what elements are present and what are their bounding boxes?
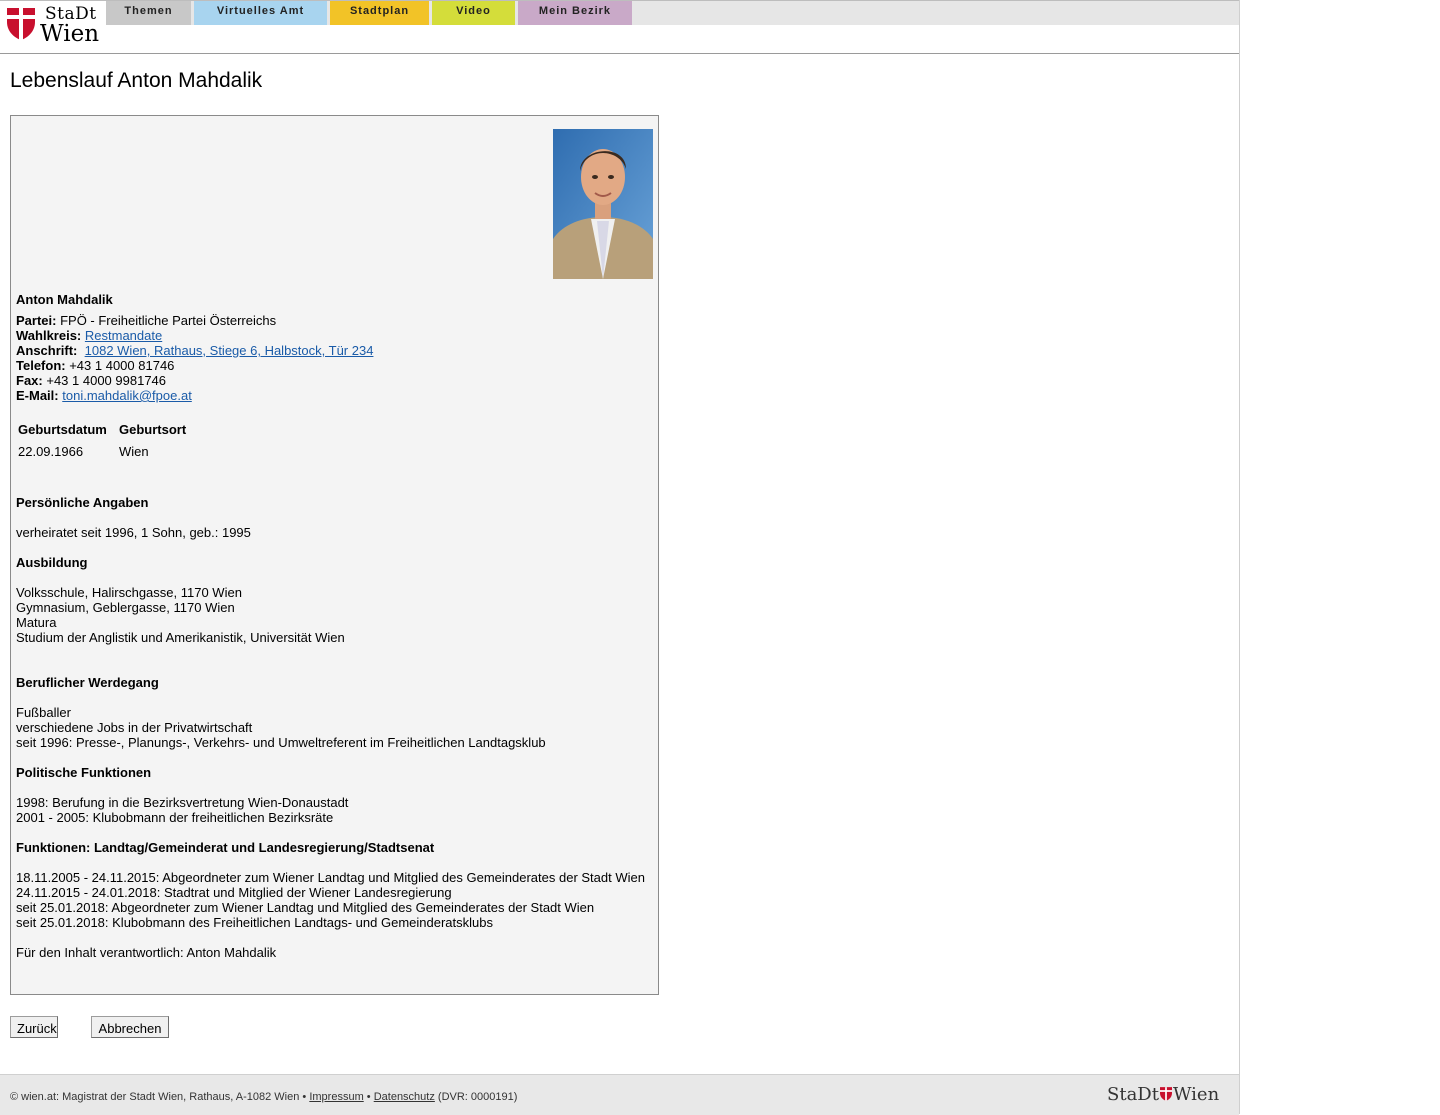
logo-wien-text: Wien bbox=[40, 21, 100, 47]
back-button[interactable]: Zurück bbox=[10, 1016, 58, 1038]
ausbildung-line: Studium der Anglistik und Amerikanistik,… bbox=[16, 630, 345, 645]
telefon-label: Telefon: bbox=[16, 358, 66, 373]
cancel-button[interactable]: Abbrechen bbox=[91, 1016, 169, 1038]
section-title-funktionen: Funktionen: Landtag/Gemeinderat und Land… bbox=[16, 840, 435, 855]
section-title-politik: Politische Funktionen bbox=[16, 765, 152, 780]
partei-value: FPÖ - Freiheitliche Partei Österreichs bbox=[60, 313, 277, 328]
verantwortlich-note: Für den Inhalt verantwortlich: Anton Mah… bbox=[16, 945, 277, 960]
portrait-image bbox=[553, 129, 653, 279]
table-header-geburtsort: Geburtsort bbox=[119, 422, 187, 437]
email-label: E-Mail: bbox=[16, 388, 59, 403]
table-header-geburtsdatum: Geburtsdatum bbox=[18, 422, 107, 437]
section-title-beruf: Beruflicher Werdegang bbox=[16, 675, 159, 690]
footer-shield-icon bbox=[1159, 1087, 1172, 1101]
fax-row: Fax: +43 1 4000 9981746 bbox=[16, 373, 166, 388]
stadt-wien-logo[interactable]: StaDt Wien bbox=[7, 4, 103, 47]
funktionen-line: seit 25.01.2018: Klubobmann des Freiheit… bbox=[16, 915, 493, 930]
nav-tab-mein-bezirk[interactable]: Mein Bezirk bbox=[518, 1, 632, 25]
header: StaDt Wien Themen Virtuelles Amt Stadtpl… bbox=[0, 0, 1239, 54]
partei-label: Partei: bbox=[16, 313, 57, 328]
wahlkreis-label: Wahlkreis: bbox=[16, 328, 82, 343]
table-cell-geburtsdatum: 22.09.1966 bbox=[18, 444, 84, 459]
funktionen-line: 18.11.2005 - 24.11.2015: Abgeordneter zu… bbox=[16, 870, 645, 885]
email-link[interactable]: toni.mahdalik@fpoe.at bbox=[62, 388, 192, 403]
wahlkreis-link[interactable]: Restmandate bbox=[85, 328, 162, 343]
impressum-link[interactable]: Impressum bbox=[309, 1091, 363, 1103]
page-title: Lebenslauf Anton Mahdalik bbox=[10, 69, 263, 92]
wahlkreis-row: Wahlkreis: Restmandate bbox=[16, 328, 162, 343]
nav-tab-themen[interactable]: Themen bbox=[106, 1, 191, 25]
anschrift-row: Anschrift: 1082 Wien, Rathaus, Stiege 6,… bbox=[16, 343, 373, 358]
fax-value: +43 1 4000 9981746 bbox=[46, 373, 167, 388]
ausbildung-line: Volksschule, Halirschgasse, 1170 Wien bbox=[16, 585, 242, 600]
footer-logo-wien: Wien bbox=[1172, 1084, 1220, 1105]
anschrift-link[interactable]: 1082 Wien, Rathaus, Stiege 6, Halbstock,… bbox=[85, 343, 374, 358]
beruf-line: Fußballer bbox=[16, 705, 71, 720]
cv-box: Anton Mahdalik Partei: FPÖ - Freiheitlic… bbox=[10, 115, 659, 995]
beruf-line: seit 1996: Presse-, Planungs-, Verkehrs-… bbox=[16, 735, 546, 750]
funktionen-line: 24.11.2015 - 24.01.2018: Stadtrat und Mi… bbox=[16, 885, 452, 900]
table-cell-geburtsort: Wien bbox=[119, 444, 149, 459]
partei-row: Partei: FPÖ - Freiheitliche Partei Öster… bbox=[16, 313, 276, 328]
footer: © wien.at: Magistrat der Stadt Wien, Rat… bbox=[0, 1074, 1239, 1115]
politik-line: 1998: Berufung in die Bezirksvertretung … bbox=[16, 795, 349, 810]
section-title-ausbildung: Ausbildung bbox=[16, 555, 88, 570]
nav-tab-stadtplan[interactable]: Stadtplan bbox=[330, 1, 429, 25]
anschrift-label: Anschrift: bbox=[16, 343, 78, 358]
persoenlich-line: verheiratet seit 1996, 1 Sohn, geb.: 199… bbox=[16, 525, 251, 540]
ausbildung-line: Gymnasium, Geblergasse, 1170 Wien bbox=[16, 600, 235, 615]
datenschutz-link[interactable]: Datenschutz bbox=[374, 1091, 435, 1103]
wien-shield-icon bbox=[7, 8, 35, 40]
footer-separator: • bbox=[363, 1091, 374, 1103]
footer-logo[interactable]: StaDt Wien bbox=[1107, 1084, 1219, 1105]
page-frame: StaDt Wien Themen Virtuelles Amt Stadtpl… bbox=[0, 0, 1240, 1115]
email-row: E-Mail: toni.mahdalik@fpoe.at bbox=[16, 388, 192, 403]
politik-line: 2001 - 2005: Klubobmann der freiheitlich… bbox=[16, 810, 334, 825]
telefon-value: +43 1 4000 81746 bbox=[69, 358, 175, 373]
nav-tab-virtuelles-amt[interactable]: Virtuelles Amt bbox=[194, 1, 327, 25]
footer-dvr: (DVR: 0000191) bbox=[434, 1091, 518, 1103]
person-name: Anton Mahdalik bbox=[16, 292, 113, 307]
fax-label: Fax: bbox=[16, 373, 43, 388]
telefon-row: Telefon: +43 1 4000 81746 bbox=[16, 358, 174, 373]
portrait-photo bbox=[553, 129, 653, 279]
beruf-line: verschiedene Jobs in der Privatwirtschaf… bbox=[16, 720, 253, 735]
funktionen-line: seit 25.01.2018: Abgeordneter zum Wiener… bbox=[16, 900, 595, 915]
section-title-persoenlich: Persönliche Angaben bbox=[16, 495, 149, 510]
footer-copyright: © wien.at: Magistrat der Stadt Wien, Rat… bbox=[10, 1091, 310, 1103]
nav-tab-video[interactable]: Video bbox=[432, 1, 515, 25]
ausbildung-line: Matura bbox=[16, 615, 57, 630]
footer-text: © wien.at: Magistrat der Stadt Wien, Rat… bbox=[10, 1091, 517, 1103]
footer-logo-stadt: StaDt bbox=[1107, 1084, 1159, 1105]
